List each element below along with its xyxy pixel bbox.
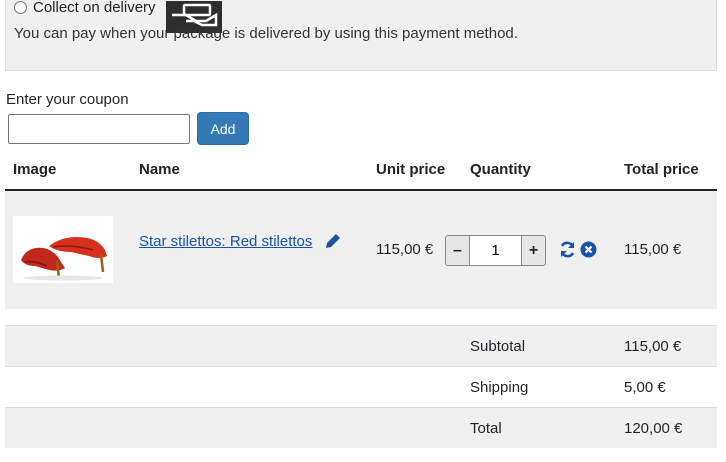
- column-header-quantity: Quantity: [470, 161, 531, 178]
- payment-option[interactable]: Collect on delivery: [14, 0, 156, 16]
- payment-method-panel: Collect on delivery You can pay when you…: [5, 0, 717, 71]
- coupon-label: Enter your coupon: [6, 91, 129, 108]
- refresh-icon[interactable]: [558, 240, 577, 259]
- decrease-quantity-button[interactable]: –: [445, 235, 470, 266]
- total-label: Total: [470, 420, 502, 437]
- collect-on-delivery-radio[interactable]: [14, 1, 27, 14]
- subtotal-value: 115,00 €: [624, 338, 682, 355]
- pencil-icon[interactable]: [323, 231, 343, 251]
- coupon-input[interactable]: [8, 114, 190, 144]
- row-total-price: 115,00 €: [624, 241, 682, 258]
- shipping-value: 5,00 €: [624, 379, 666, 396]
- unit-price: 115,00 €: [376, 241, 434, 258]
- add-coupon-button[interactable]: Add: [197, 112, 249, 145]
- quantity-input[interactable]: [470, 235, 521, 266]
- total-value: 120,00 €: [624, 420, 683, 437]
- column-header-name: Name: [139, 161, 180, 178]
- shipping-label: Shipping: [470, 379, 529, 396]
- subtotal-label: Subtotal: [470, 338, 526, 355]
- subtotal-row: Subtotal 115,00 €: [5, 325, 717, 366]
- column-header-image: Image: [13, 161, 57, 178]
- payment-method-label: Collect on delivery: [33, 0, 156, 16]
- product-name-link[interactable]: Star stilettos: Red stilettos: [139, 233, 312, 250]
- shipping-row: Shipping 5,00 €: [5, 366, 717, 407]
- column-header-total-price: Total price: [624, 161, 699, 178]
- column-header-unit-price: Unit price: [376, 161, 446, 178]
- payment-method-description: You can pay when your package is deliver…: [14, 25, 518, 42]
- increase-quantity-button[interactable]: +: [521, 235, 546, 266]
- product-image[interactable]: [13, 216, 113, 283]
- quantity-stepper: – +: [445, 235, 546, 266]
- table-row: Star stilettos: Red stilettos 115,00 € –…: [5, 191, 717, 309]
- total-row: Total 120,00 €: [5, 407, 717, 448]
- remove-icon[interactable]: [580, 241, 597, 258]
